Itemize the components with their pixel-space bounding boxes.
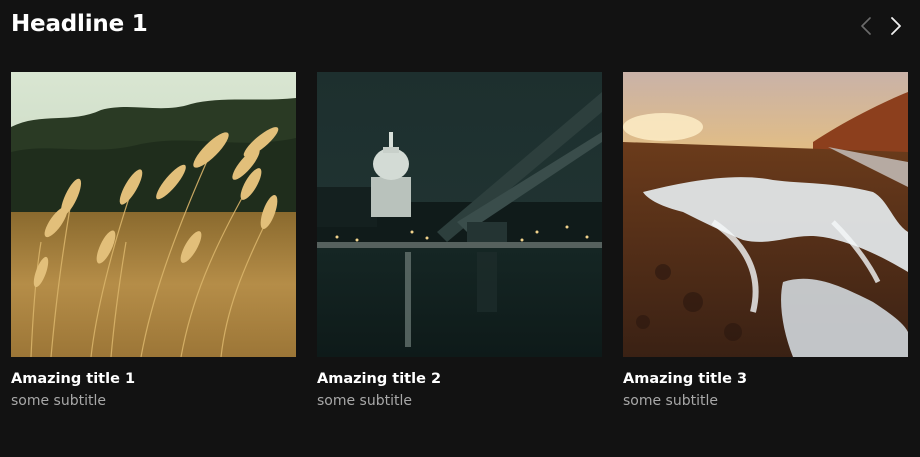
- card-list: Amazing title 1 some subtitle Amazing ti…: [11, 72, 908, 409]
- carousel-header: Headline 1: [11, 8, 906, 42]
- prev-button[interactable]: [856, 16, 876, 36]
- card[interactable]: Amazing title 3 some subtitle: [623, 72, 908, 409]
- card-title[interactable]: Amazing title 2: [317, 371, 602, 387]
- card-subtitle: some subtitle: [11, 393, 106, 409]
- headline: Headline 1: [11, 11, 148, 37]
- next-button[interactable]: [886, 16, 906, 36]
- card[interactable]: Amazing title 1 some subtitle: [11, 72, 296, 409]
- sunset-road-image[interactable]: [623, 72, 908, 357]
- chevron-left-icon: [861, 17, 871, 35]
- city-bridge-image[interactable]: [317, 72, 602, 357]
- carousel-nav: [856, 16, 906, 36]
- card-title[interactable]: Amazing title 3: [623, 371, 908, 387]
- card[interactable]: Amazing title 2 some subtitle: [317, 72, 602, 409]
- wheat-field-image[interactable]: [11, 72, 296, 357]
- chevron-right-icon: [891, 17, 901, 35]
- card-title[interactable]: Amazing title 1: [11, 371, 296, 387]
- card-subtitle: some subtitle: [317, 393, 412, 409]
- card-subtitle: some subtitle: [623, 393, 718, 409]
- carousel-section: Headline 1 Amazing title 1 some subtitle…: [0, 0, 920, 457]
